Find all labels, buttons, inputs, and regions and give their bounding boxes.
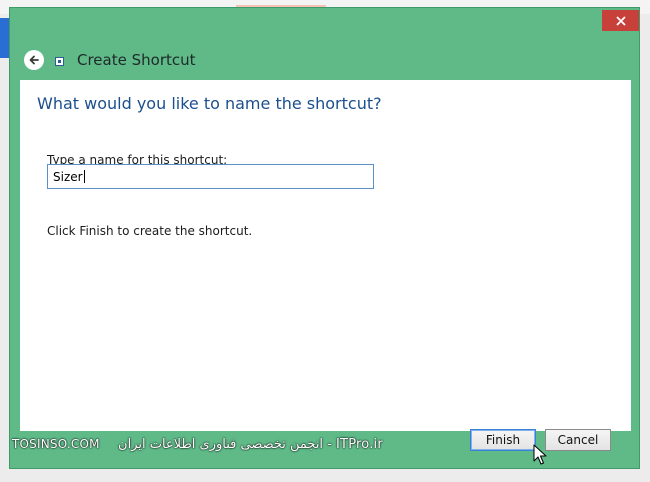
window-title: Create Shortcut (77, 51, 196, 69)
page-heading: What would you like to name the shortcut… (37, 94, 382, 113)
back-arrow-icon (29, 55, 39, 65)
finish-button[interactable]: Finish (470, 429, 536, 451)
watermark: TOSINSO.COM انجمن تخصصی فناوری اطلاعات ا… (12, 437, 383, 452)
watermark-text: انجمن تخصصی فناوری اطلاعات ایران - ITPro… (118, 437, 383, 452)
shortcut-icon (55, 57, 64, 66)
watermark-site: TOSINSO.COM (12, 437, 100, 451)
finish-hint: Click Finish to create the shortcut. (47, 224, 253, 238)
close-icon (615, 15, 626, 26)
wizard-content-panel (20, 80, 631, 431)
cancel-button[interactable]: Cancel (545, 429, 611, 451)
shortcut-name-input[interactable]: Sizer (47, 164, 374, 189)
back-button[interactable] (24, 50, 44, 70)
shortcut-name-value: Sizer (53, 169, 83, 184)
mouse-pointer-icon (533, 444, 547, 465)
close-button[interactable] (602, 10, 639, 31)
text-caret (83, 170, 85, 183)
